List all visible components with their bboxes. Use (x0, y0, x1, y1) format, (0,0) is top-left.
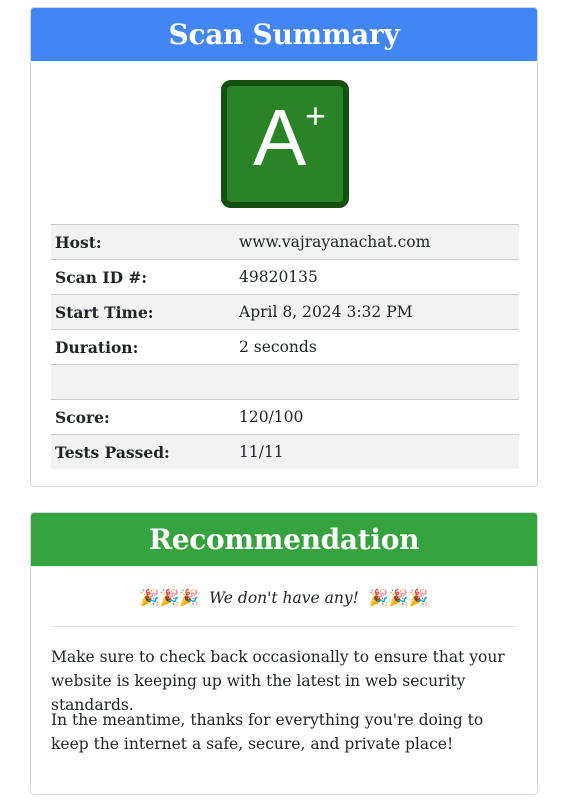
recommendation-paragraph: In the meantime, thanks for everything y… (51, 711, 484, 753)
recommendation-headline-row: 🎉🎉🎉 We don't have any! 🎉🎉🎉 (51, 588, 517, 607)
table-row-spacer (51, 364, 519, 400)
score-label: Score: (51, 399, 235, 435)
party-popper-icon: 🎉🎉🎉 (368, 588, 429, 607)
party-popper-icon: 🎉🎉🎉 (139, 588, 200, 607)
start-time-label: Start Time: (51, 294, 235, 330)
recommendation-paragraph: Make sure to check back occasionally to … (51, 648, 505, 714)
grade-modifier: + (305, 95, 327, 136)
table-row: Host: www.vajrayanachat.com (51, 224, 519, 260)
table-row: Score: 120/100 (51, 399, 519, 435)
recommendation-card: Recommendation 🎉🎉🎉 We don't have any! 🎉🎉… (30, 512, 538, 795)
tests-passed-value: 11/11 (235, 434, 519, 469)
recommendation-title: Recommendation (31, 513, 537, 566)
scan-id-value: 49820135 (235, 259, 519, 295)
host-value: www.vajrayanachat.com (235, 224, 519, 260)
scan-summary-card: Scan Summary A + Host: www.vajrayanachat… (30, 7, 538, 487)
grade-letter: A (253, 93, 307, 182)
table-row: Duration: 2 seconds (51, 329, 519, 365)
grade-section: A + (31, 61, 537, 224)
scan-id-label: Scan ID #: (51, 259, 235, 295)
scan-info-table: Host: www.vajrayanachat.com Scan ID #: 4… (51, 224, 519, 469)
duration-value: 2 seconds (235, 329, 519, 365)
host-label: Host: (51, 224, 235, 260)
recommendation-headline: We don't have any! (209, 589, 359, 607)
spacer-label (51, 364, 235, 400)
table-row: Scan ID #: 49820135 (51, 259, 519, 295)
divider (51, 626, 517, 627)
duration-label: Duration: (51, 329, 235, 365)
start-time-value: April 8, 2024 3:32 PM (235, 294, 519, 330)
tests-passed-label: Tests Passed: (51, 434, 235, 469)
spacer-value (235, 364, 519, 400)
table-row: Start Time: April 8, 2024 3:32 PM (51, 294, 519, 330)
scan-summary-title: Scan Summary (31, 8, 537, 61)
table-row: Tests Passed: 11/11 (51, 434, 519, 469)
score-value: 120/100 (235, 399, 519, 435)
grade-badge: A + (221, 80, 349, 208)
